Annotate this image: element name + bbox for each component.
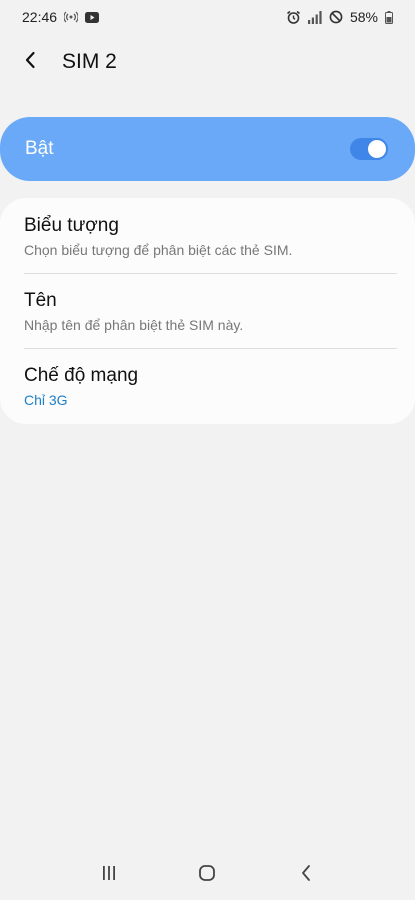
chevron-left-icon <box>24 51 36 74</box>
setting-value: Chỉ 3G <box>24 392 68 408</box>
youtube-icon <box>85 11 100 23</box>
setting-subtitle: Nhập tên để phân biệt thẻ SIM này. <box>24 317 244 333</box>
alarm-icon <box>286 10 301 25</box>
status-time: 22:46 <box>22 9 58 25</box>
page-title: SIM 2 <box>62 50 117 73</box>
back-button[interactable] <box>16 42 44 82</box>
home-icon <box>198 864 216 887</box>
cell-signal-icon <box>307 10 322 24</box>
sim-enable-label: Bật <box>25 138 54 159</box>
wireless-signal-icon <box>64 11 79 23</box>
sim-enable-switch[interactable] <box>350 138 388 160</box>
setting-title: Tên <box>24 290 57 311</box>
setting-subtitle: Chọn biểu tượng để phân biệt các thẻ SIM… <box>24 242 293 258</box>
back-icon <box>300 864 312 887</box>
setting-title: Biểu tượng <box>24 215 119 236</box>
switch-thumb <box>366 138 388 160</box>
recent-apps-button[interactable] <box>89 855 129 895</box>
status-bar: 22:46 58% <box>0 0 415 34</box>
setting-title: Chế độ mạng <box>24 365 139 386</box>
setting-network-mode-row[interactable]: Chế độ mạng Chỉ 3G <box>0 348 415 423</box>
nav-back-button[interactable] <box>286 855 326 895</box>
home-button[interactable] <box>187 855 227 895</box>
status-bar-right: 58% <box>286 9 393 25</box>
navigation-bar <box>0 850 415 900</box>
app-header: SIM 2 <box>0 36 415 88</box>
do-not-disturb-icon <box>329 10 343 24</box>
battery-icon <box>385 10 393 24</box>
sim-enable-row[interactable]: Bật <box>0 117 415 181</box>
recent-apps-icon <box>101 865 117 886</box>
status-bar-left: 22:46 <box>22 9 100 25</box>
battery-percent: 58% <box>349 9 378 25</box>
setting-name-row[interactable]: Tên Nhập tên để phân biệt thẻ SIM này. <box>0 273 415 348</box>
setting-icon-row[interactable]: Biểu tượng Chọn biểu tượng để phân biệt … <box>0 198 415 273</box>
settings-list: Biểu tượng Chọn biểu tượng để phân biệt … <box>0 198 415 424</box>
